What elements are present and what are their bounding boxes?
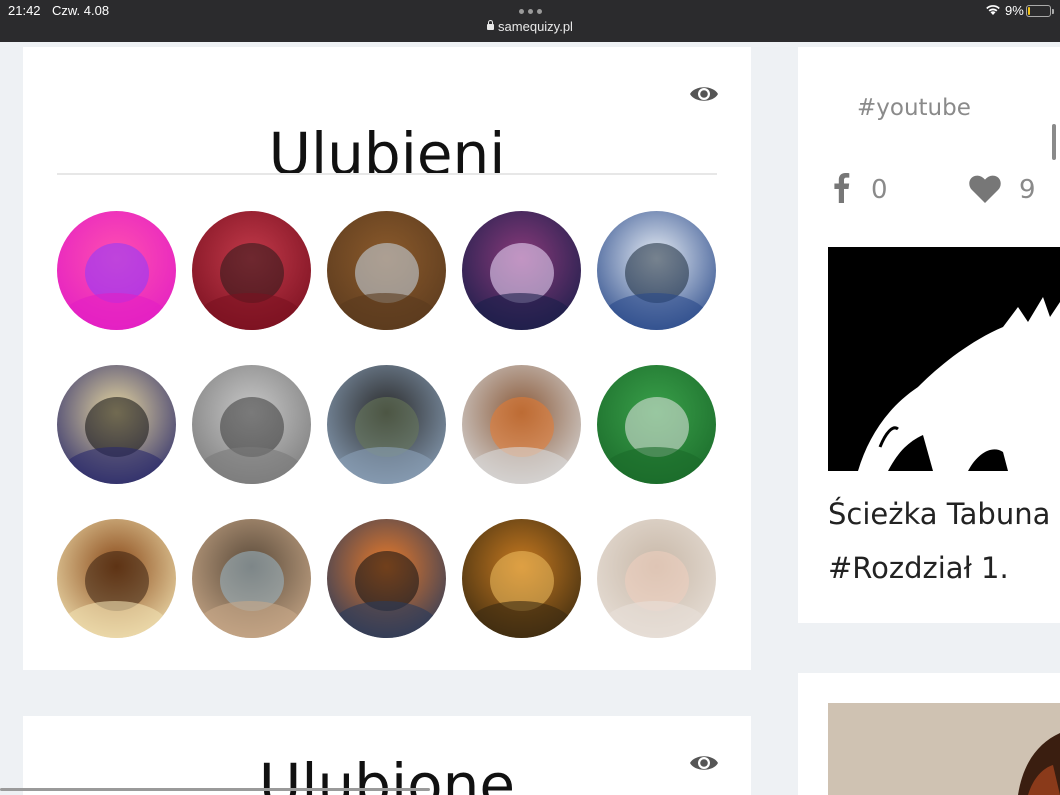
eye-icon[interactable] xyxy=(689,83,719,105)
avatar-2[interactable] xyxy=(192,211,311,330)
post-card[interactable]: #youtube 0 9 Ścieżka Tabuna #Rozdział 1. xyxy=(798,47,1060,623)
avatar-1[interactable] xyxy=(57,211,176,330)
post-hashtag[interactable]: #youtube xyxy=(857,95,971,121)
post-title-line-1: Ścieżka Tabuna xyxy=(828,497,1051,531)
avatar-12[interactable] xyxy=(192,519,311,638)
scrollbar[interactable] xyxy=(1052,124,1056,160)
battery-icon xyxy=(1026,5,1054,17)
avatar-11[interactable] xyxy=(57,519,176,638)
like-count: 9 xyxy=(1019,175,1036,205)
avatar-7[interactable] xyxy=(192,365,311,484)
facebook-share-count: 0 xyxy=(871,175,888,205)
lock-icon xyxy=(487,20,495,30)
address-bar[interactable]: samequizy.pl xyxy=(0,19,1060,34)
post-thumbnail[interactable] xyxy=(828,247,1060,471)
battery-percent: 9% xyxy=(1005,3,1024,18)
post-title-line-2: #Rozdział 1. xyxy=(828,551,1009,585)
avatar-8[interactable] xyxy=(327,365,446,484)
more-dots-icon[interactable] xyxy=(519,9,543,15)
status-time: 21:42 xyxy=(8,3,41,18)
post-2-thumbnail[interactable] xyxy=(828,703,1060,795)
status-bar: 21:42 Czw. 4.08 samequizy.pl 9% xyxy=(0,0,1060,42)
avatar-15[interactable] xyxy=(597,519,716,638)
avatar-9[interactable] xyxy=(462,365,581,484)
favorites-card: Ulubieni xyxy=(23,47,751,670)
post-title[interactable]: Ścieżka Tabuna #Rozdział 1. xyxy=(828,487,1060,595)
avatar-14[interactable] xyxy=(462,519,581,638)
home-indicator[interactable] xyxy=(0,788,430,791)
avatar-3[interactable] xyxy=(327,211,446,330)
facebook-icon[interactable] xyxy=(834,173,850,203)
status-date: Czw. 4.08 xyxy=(52,3,110,18)
avatar-10[interactable] xyxy=(597,365,716,484)
favorites-card-2: Ulubione xyxy=(23,716,751,795)
eye-icon[interactable] xyxy=(689,752,719,774)
avatar-6[interactable] xyxy=(57,365,176,484)
post-card-2[interactable] xyxy=(798,673,1060,795)
avatar-4[interactable] xyxy=(462,211,581,330)
avatar-5[interactable] xyxy=(597,211,716,330)
heart-icon[interactable] xyxy=(969,175,1001,203)
title-divider xyxy=(57,173,717,175)
url-text: samequizy.pl xyxy=(498,19,573,34)
wifi-icon xyxy=(986,5,1000,15)
avatar-13[interactable] xyxy=(327,519,446,638)
